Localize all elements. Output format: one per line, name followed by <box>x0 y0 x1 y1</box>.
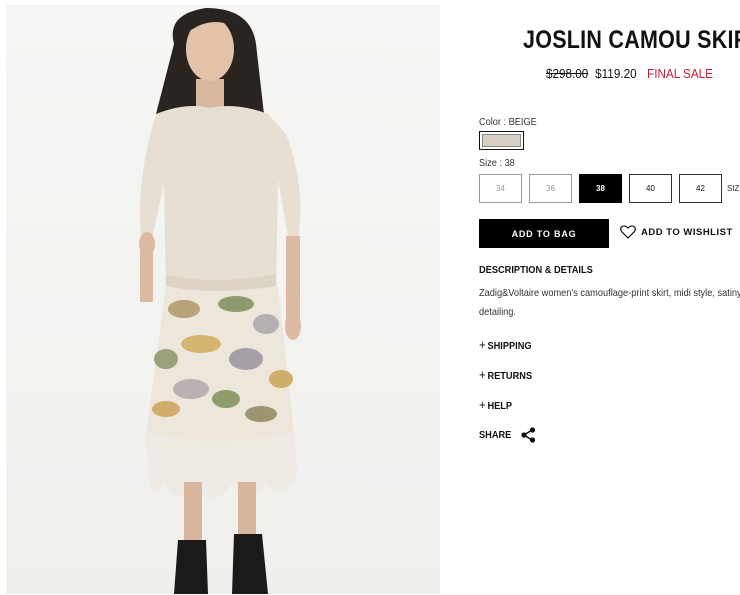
sale-price: $119.20 <box>595 66 637 81</box>
size-option-40[interactable]: 40 <box>629 174 672 203</box>
product-info-panel: JOSLIN CAMOU SKIRT $298.00 $119.20 FINAL… <box>479 0 740 595</box>
share-button[interactable]: SHARE <box>479 427 536 443</box>
size-guide-link[interactable]: SIZ <box>727 184 739 193</box>
accordion-help[interactable]: + HELP <box>479 397 512 412</box>
share-icon <box>521 427 535 443</box>
description-text: Zadig&Voltaire women's camouflage-print … <box>479 287 740 318</box>
color-swatch-beige[interactable] <box>479 131 524 150</box>
wishlist-label: ADD TO WISHLIST <box>641 226 733 238</box>
size-selector: 34 36 38 40 42 SIZ <box>479 174 739 203</box>
price-row: $298.00 $119.20 FINAL SALE <box>546 66 717 81</box>
returns-label: RETURNS <box>487 370 533 382</box>
final-sale-label: FINAL SALE <box>647 66 713 81</box>
size-option-36[interactable]: 36 <box>529 174 572 203</box>
swatch-fill <box>482 134 521 147</box>
plus-icon: + <box>479 367 486 382</box>
heart-icon <box>620 225 636 239</box>
accordion-returns[interactable]: + RETURNS <box>479 367 532 382</box>
help-label: HELP <box>487 400 513 412</box>
size-option-34[interactable]: 34 <box>479 174 522 203</box>
size-option-42[interactable]: 42 <box>679 174 722 203</box>
product-image[interactable] <box>6 4 440 594</box>
color-label: Color : BEIGE <box>479 117 537 128</box>
accordion-shipping[interactable]: + SHIPPING <box>479 337 532 352</box>
share-label: SHARE <box>479 429 512 441</box>
size-option-38[interactable]: 38 <box>579 174 622 203</box>
model-illustration <box>6 4 440 594</box>
size-label: Size : 38 <box>479 158 515 169</box>
plus-icon: + <box>479 397 486 412</box>
add-to-bag-button[interactable]: ADD TO BAG <box>479 219 609 248</box>
add-to-wishlist-button[interactable]: ADD TO WISHLIST <box>620 225 733 239</box>
original-price: $298.00 <box>546 66 589 81</box>
description-heading: DESCRIPTION & DETAILS <box>479 264 593 276</box>
plus-icon: + <box>479 337 486 352</box>
shipping-label: SHIPPING <box>487 340 532 352</box>
product-title: JOSLIN CAMOU SKIRT <box>523 26 740 54</box>
